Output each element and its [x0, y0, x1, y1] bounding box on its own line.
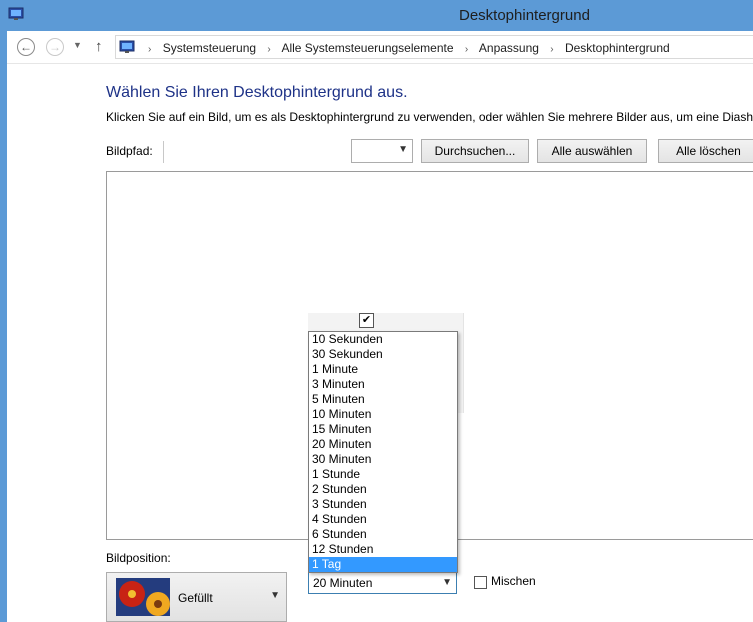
forward-button[interactable]: → [46, 38, 64, 56]
interval-option[interactable]: 3 Stunden [309, 497, 457, 512]
monitor-icon [8, 7, 24, 20]
breadcrumb-item[interactable]: Systemsteuerung [163, 41, 256, 55]
control-panel-icon [119, 40, 135, 53]
interval-option[interactable]: 20 Minuten [309, 437, 457, 452]
interval-option[interactable]: 15 Minuten [309, 422, 457, 437]
shuffle-label: Mischen [491, 574, 536, 588]
instructions-text: Klicken Sie auf ein Bild, um es als Desk… [106, 110, 753, 124]
interval-option[interactable]: 10 Minuten [309, 407, 457, 422]
chevron-down-icon: ▼ [270, 590, 280, 601]
breadcrumb-item[interactable]: Alle Systemsteuerungselemente [281, 41, 453, 55]
navigation-bar: ← → ▼ ↑ › Systemsteuerung › Alle Systems… [7, 31, 753, 64]
interval-option[interactable]: 30 Sekunden [309, 347, 457, 362]
interval-option[interactable]: 4 Stunden [309, 512, 457, 527]
interval-option[interactable]: 30 Minuten [309, 452, 457, 467]
shuffle-checkbox[interactable] [474, 576, 487, 589]
interval-option-highlighted[interactable]: 1 Tag [309, 557, 457, 572]
address-bar[interactable]: › Systemsteuerung › Alle Systemsteuerung… [115, 35, 753, 59]
breadcrumb-separator-icon: › [148, 44, 152, 55]
interval-option[interactable]: 2 Stunden [309, 482, 457, 497]
interval-option[interactable]: 1 Minute [309, 362, 457, 377]
interval-option[interactable]: 3 Minuten [309, 377, 457, 392]
breadcrumb: › Systemsteuerung › Alle Systemsteuerung… [140, 41, 670, 55]
picture-location-label: Bildpfad: [106, 144, 153, 158]
window-title: Desktophintergrund [459, 7, 590, 24]
breadcrumb-item[interactable]: Desktophintergrund [565, 41, 670, 55]
recent-locations-icon[interactable]: ▼ [73, 40, 82, 50]
breadcrumb-separator-icon: › [464, 44, 469, 55]
position-preview-image [116, 578, 170, 616]
browse-button[interactable]: Durchsuchen... [421, 139, 529, 163]
chevron-down-icon: ▼ [442, 577, 452, 588]
back-button[interactable]: ← [17, 38, 35, 56]
interval-option[interactable]: 12 Stunden [309, 542, 457, 557]
breadcrumb-item[interactable]: Anpassung [479, 41, 539, 55]
interval-option[interactable]: 10 Sekunden [309, 332, 457, 347]
title-bar: Desktophintergrund [0, 0, 753, 31]
divider [163, 141, 164, 163]
interval-option[interactable]: 6 Stunden [309, 527, 457, 542]
breadcrumb-separator-icon: › [550, 44, 554, 55]
picture-checkbox[interactable]: ✔ [359, 313, 374, 328]
interval-option[interactable]: 5 Minuten [309, 392, 457, 407]
clear-all-button[interactable]: Alle löschen [658, 139, 753, 163]
up-button[interactable]: ↑ [95, 38, 103, 55]
page-title: Wählen Sie Ihren Desktophintergrund aus. [106, 84, 408, 101]
chevron-down-icon: ▼ [398, 144, 408, 155]
select-all-button[interactable]: Alle auswählen [537, 139, 647, 163]
slideshow-interval-select[interactable]: 20 Minuten ▼ [308, 572, 457, 594]
picture-location-select[interactable]: ▼ [351, 139, 413, 163]
picture-position-value: Gefüllt [178, 591, 213, 605]
window-body: ← → ▼ ↑ › Systemsteuerung › Alle Systems… [7, 31, 753, 622]
breadcrumb-separator-icon: › [267, 44, 271, 55]
slideshow-interval-value: 20 Minuten [313, 576, 373, 590]
picture-position-select[interactable]: Gefüllt ▼ [106, 572, 287, 622]
slideshow-interval-dropdown: 10 Sekunden 30 Sekunden 1 Minute 3 Minut… [308, 331, 458, 573]
picture-position-label: Bildposition: [106, 551, 171, 565]
interval-option[interactable]: 1 Stunde [309, 467, 457, 482]
